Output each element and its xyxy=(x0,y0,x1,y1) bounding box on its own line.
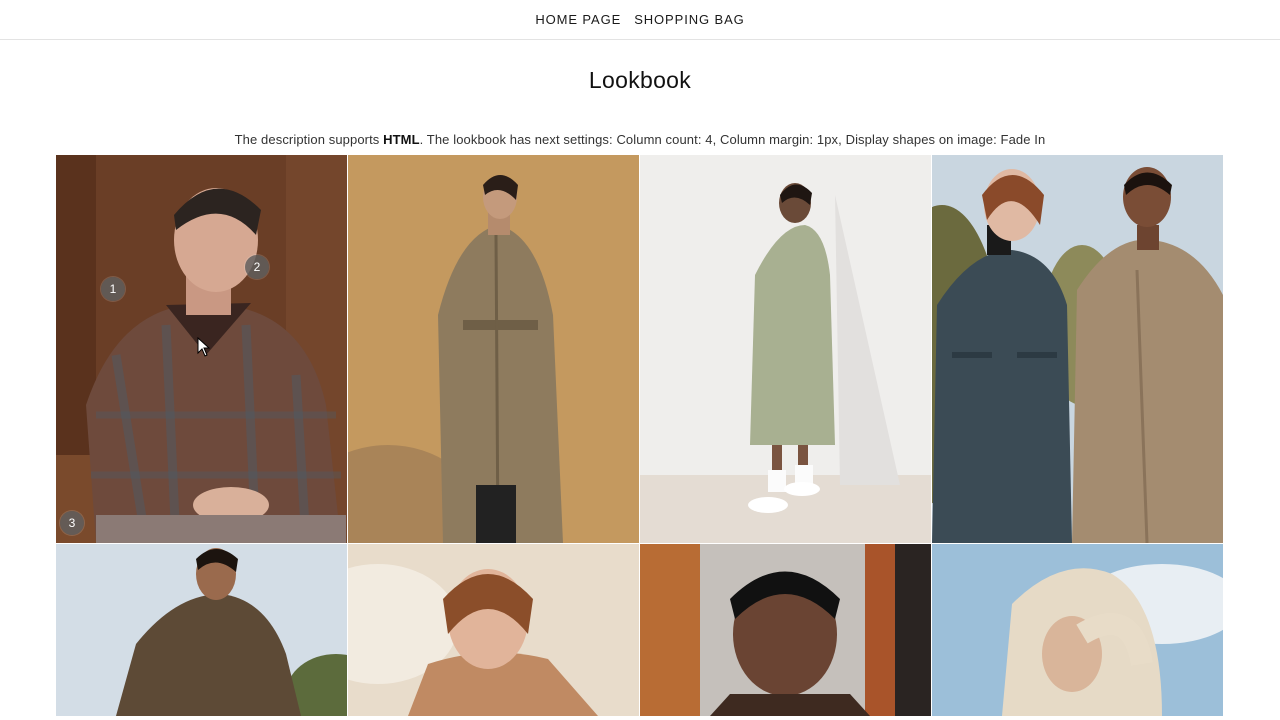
lookbook-image-3[interactable] xyxy=(640,155,931,543)
lookbook-grid: 1 2 3 xyxy=(56,155,1224,716)
lookbook-image-7[interactable] xyxy=(640,544,931,716)
lookbook-photo-man-hooded-coat xyxy=(56,544,347,716)
lookbook-photo-woman-trench-coat xyxy=(348,155,639,543)
lookbook-image-8[interactable] xyxy=(932,544,1223,716)
description-bold-html: HTML xyxy=(383,132,420,147)
lookbook-image-1[interactable]: 1 2 3 xyxy=(56,155,347,543)
lookbook-image-2[interactable] xyxy=(348,155,639,543)
page-title: Lookbook xyxy=(588,67,692,93)
lookbook-photo-man-plaid-shirt xyxy=(56,155,347,543)
hotspot-marker-2[interactable]: 2 xyxy=(245,255,269,279)
hotspot-marker-1[interactable]: 1 xyxy=(101,277,125,301)
lookbook-photo-woman-hoodie xyxy=(932,544,1223,716)
lookbook-photo-woman-sweater xyxy=(348,544,639,716)
lookbook-image-5[interactable] xyxy=(56,544,347,716)
nav-home-page-link[interactable]: HOME PAGE xyxy=(535,12,621,27)
lookbook-image-4[interactable] xyxy=(932,155,1223,543)
nav-shopping-bag-link[interactable]: SHOPPING BAG xyxy=(634,12,745,27)
description-text-start: The description supports xyxy=(234,132,384,147)
lookbook-photo-man-train-window xyxy=(640,544,931,716)
page-description: The description supports HTML. The lookb… xyxy=(0,132,1280,147)
hotspot-marker-3[interactable]: 3 xyxy=(60,511,84,535)
top-navigation: HOME PAGE SHOPPING BAG xyxy=(0,0,1280,40)
lookbook-photo-couple-jackets xyxy=(932,155,1223,543)
description-text-end: . The lookbook has next settings: Column… xyxy=(419,132,1046,147)
lookbook-photo-girl-sage-coat xyxy=(640,155,931,543)
lookbook-image-6[interactable] xyxy=(348,544,639,716)
